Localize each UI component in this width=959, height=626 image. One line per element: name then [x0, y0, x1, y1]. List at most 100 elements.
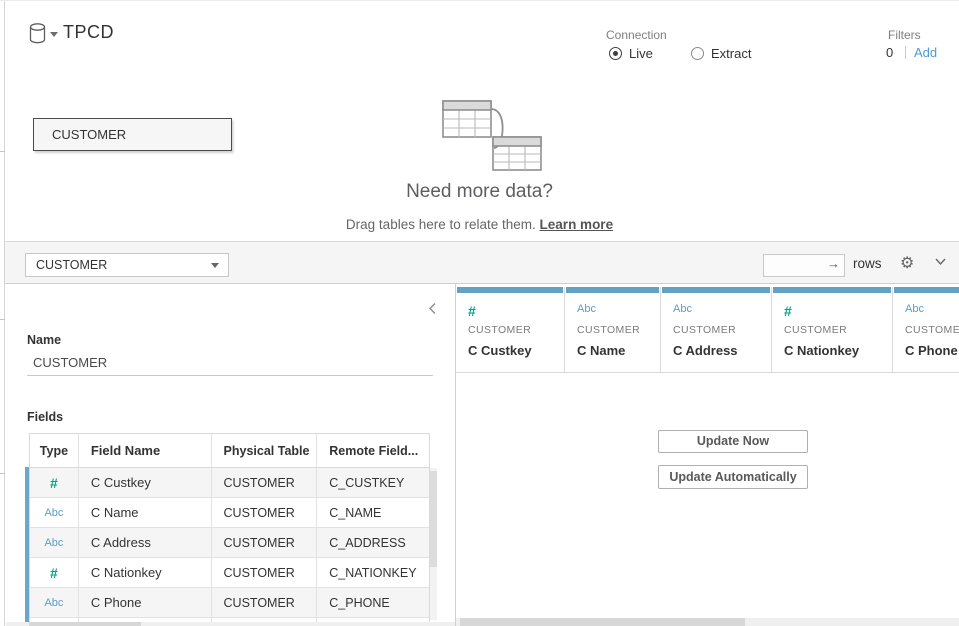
table-select-value: CUSTOMER	[36, 258, 107, 272]
field-row-c-nationkey[interactable]: # C Nationkey CUSTOMER C_NATIONKEY	[30, 558, 429, 588]
preview-horizontal-scrollbar[interactable]	[456, 618, 959, 626]
fields-table: Type Field Name Physical Table Remote Fi…	[29, 433, 430, 626]
pane-tick	[0, 319, 5, 320]
rows-label: rows	[853, 256, 882, 271]
remote-field-cell: C_NATIONKEY	[317, 558, 429, 587]
name-value[interactable]: CUSTOMER	[33, 355, 107, 370]
empty-state-subtitle: Drag tables here to relate them. Learn m…	[0, 217, 959, 232]
preview-col-c-name[interactable]: Abc CUSTOMER C Name	[565, 287, 661, 373]
connection-label: Connection	[606, 28, 667, 42]
fields-label: Fields	[27, 410, 63, 424]
radio-live-label: Live	[629, 46, 653, 61]
dropdown-caret-icon	[211, 263, 219, 268]
empty-state-title: Need more data?	[0, 181, 959, 203]
scrollbar-thumb[interactable]	[29, 622, 141, 626]
column-field-name[interactable]: C Custkey	[468, 343, 532, 358]
column-accent-strip	[773, 287, 891, 293]
string-type-icon[interactable]: Abc	[44, 597, 63, 609]
empty-state-text: Drag tables here to relate them.	[346, 217, 536, 232]
string-type-icon[interactable]: Abc	[44, 507, 63, 519]
collapse-panel-icon[interactable]	[428, 302, 437, 315]
datagrid-toolbar: CUSTOMER → rows ⚙	[5, 241, 959, 284]
radio-live-icon[interactable]	[609, 47, 622, 60]
filters-count: 0	[886, 45, 893, 60]
column-accent-strip	[894, 287, 959, 293]
physical-table-cell: CUSTOMER	[212, 528, 318, 557]
string-type-icon: Abc	[673, 303, 692, 315]
column-table-name: CUSTOMER	[905, 324, 959, 336]
col-header-remote-field[interactable]: Remote Field...	[317, 434, 429, 467]
preview-col-c-custkey[interactable]: # CUSTOMER C Custkey	[456, 287, 565, 373]
pane-tick	[0, 473, 5, 474]
physical-table-cell: CUSTOMER	[212, 498, 318, 527]
col-header-physical-table[interactable]: Physical Table	[212, 434, 318, 467]
field-row-c-address[interactable]: Abc C Address CUSTOMER C_ADDRESS	[30, 528, 429, 558]
radio-extract-label: Extract	[711, 46, 751, 61]
column-accent-strip	[662, 287, 770, 293]
radio-extract-icon[interactable]	[691, 47, 704, 60]
filters-add-link[interactable]: Add	[914, 45, 937, 60]
preview-col-c-phone[interactable]: Abc CUSTOMER C Phone	[893, 287, 959, 373]
fields-table-horizontal-scrollbar[interactable]	[6, 622, 455, 626]
datasource-title[interactable]: TPCD	[63, 22, 114, 43]
physical-table-cell: CUSTOMER	[212, 558, 318, 587]
col-header-field-name[interactable]: Field Name	[79, 434, 212, 467]
selected-rows-indicator	[25, 467, 29, 626]
field-row-c-custkey[interactable]: # C Custkey CUSTOMER C_CUSTKEY	[30, 468, 429, 498]
relate-tables-illustration	[434, 96, 546, 172]
table-select-dropdown[interactable]: CUSTOMER	[25, 253, 229, 277]
scrollbar-thumb[interactable]	[460, 618, 745, 626]
field-row-c-name[interactable]: Abc C Name CUSTOMER C_NAME	[30, 498, 429, 528]
database-dropdown-caret[interactable]	[50, 32, 58, 37]
col-header-type[interactable]: Type	[30, 434, 79, 467]
chevron-down-icon[interactable]	[934, 257, 947, 266]
column-table-name: CUSTOMER	[577, 324, 640, 336]
gear-icon[interactable]: ⚙	[900, 253, 914, 273]
data-preview-grid: # CUSTOMER C Custkey Abc CUSTOMER C Name…	[456, 287, 959, 626]
field-name-cell: C Nationkey	[79, 558, 212, 587]
filters-label: Filters	[888, 28, 921, 42]
physical-table-cell: CUSTOMER	[212, 588, 318, 617]
remote-field-cell: C_ADDRESS	[317, 528, 429, 557]
column-field-name[interactable]: C Nationkey	[784, 343, 859, 358]
learn-more-link[interactable]: Learn more	[540, 217, 614, 232]
canvas-table-customer[interactable]: CUSTOMER	[33, 118, 232, 151]
string-type-icon[interactable]: Abc	[44, 537, 63, 549]
physical-table-cell: CUSTOMER	[212, 468, 318, 497]
update-now-button[interactable]: Update Now	[658, 430, 808, 453]
column-accent-strip	[457, 287, 563, 293]
number-type-icon: #	[784, 303, 792, 319]
column-field-name[interactable]: C Phone	[905, 343, 958, 358]
number-type-icon[interactable]: #	[50, 565, 58, 581]
remote-field-cell: C_CUSTKEY	[317, 468, 429, 497]
column-table-name: CUSTOMER	[784, 324, 847, 336]
radio-extract[interactable]: Extract	[691, 46, 751, 61]
fields-table-vertical-scrollbar[interactable]	[430, 468, 437, 620]
column-table-name: CUSTOMER	[468, 324, 531, 336]
update-automatically-button[interactable]: Update Automatically	[658, 465, 808, 489]
preview-col-c-nationkey[interactable]: # CUSTOMER C Nationkey	[772, 287, 893, 373]
preview-header-row: # CUSTOMER C Custkey Abc CUSTOMER C Name…	[456, 287, 959, 373]
name-underline	[27, 375, 433, 376]
field-name-cell: C Name	[79, 498, 212, 527]
fields-table-header: Type Field Name Physical Table Remote Fi…	[30, 434, 429, 468]
pane-tick	[0, 151, 5, 152]
radio-live[interactable]: Live	[609, 46, 653, 61]
remote-field-cell: C_NAME	[317, 498, 429, 527]
field-name-cell: C Address	[79, 528, 212, 557]
field-row-c-phone[interactable]: Abc C Phone CUSTOMER C_PHONE	[30, 588, 429, 618]
scrollbar-thumb[interactable]	[430, 471, 437, 567]
rows-count-input[interactable]	[763, 254, 845, 277]
collapsed-left-pane-edge[interactable]	[0, 1, 5, 626]
column-field-name[interactable]: C Name	[577, 343, 625, 358]
column-accent-strip	[566, 287, 659, 293]
preview-col-c-address[interactable]: Abc CUSTOMER C Address	[661, 287, 772, 373]
field-name-cell: C Custkey	[79, 468, 212, 497]
string-type-icon: Abc	[577, 303, 596, 315]
database-icon[interactable]	[29, 23, 47, 44]
name-label: Name	[27, 333, 61, 347]
field-name-cell: C Phone	[79, 588, 212, 617]
column-field-name[interactable]: C Address	[673, 343, 738, 358]
number-type-icon[interactable]: #	[50, 475, 58, 491]
column-table-name: CUSTOMER	[673, 324, 736, 336]
